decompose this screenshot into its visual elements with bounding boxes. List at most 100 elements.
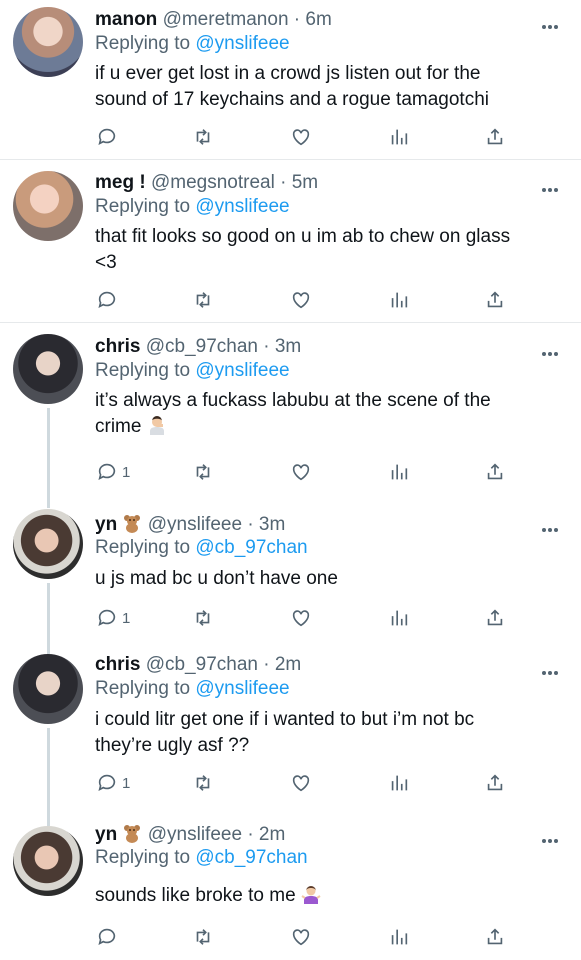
more-icon[interactable] — [542, 519, 560, 532]
views-button[interactable] — [388, 287, 410, 313]
views-button[interactable] — [388, 924, 410, 950]
like-button[interactable] — [290, 459, 312, 485]
replying-to-link[interactable]: @ynslifeee — [195, 196, 289, 217]
woman-shrugging-emoji — [301, 886, 321, 904]
timestamp[interactable]: 2m — [259, 824, 285, 845]
tweet[interactable]: chris @cb_97chan · 2m Replying to @ynsli… — [0, 644, 581, 814]
tweet-actions — [0, 924, 581, 952]
reply-count: 1 — [122, 774, 131, 792]
like-icon — [292, 610, 310, 627]
retweet-button[interactable] — [192, 287, 214, 313]
share-button[interactable] — [484, 924, 506, 950]
retweet-icon — [196, 775, 210, 791]
user-handle[interactable]: @cb_97chan — [146, 336, 258, 357]
views-button[interactable] — [388, 770, 410, 796]
share-button[interactable] — [484, 124, 506, 150]
avatar[interactable] — [13, 509, 83, 579]
like-button[interactable] — [290, 924, 312, 950]
share-button[interactable] — [484, 287, 506, 313]
views-icon — [391, 775, 408, 791]
tweet[interactable]: chris @cb_97chan · 3m Replying to @ynsli… — [0, 324, 581, 500]
reply-count: 1 — [122, 463, 131, 481]
like-button[interactable] — [290, 770, 312, 796]
user-handle[interactable]: @ynslifeee — [148, 824, 242, 845]
retweet-button[interactable] — [192, 605, 214, 631]
reply-button[interactable] — [96, 287, 122, 313]
tweet-text: sounds like broke to me — [95, 883, 535, 909]
user-handle[interactable]: @cb_97chan — [146, 654, 258, 675]
replying-to-link[interactable]: @ynslifeee — [195, 33, 289, 54]
reply-icon — [98, 291, 116, 308]
reply-button[interactable] — [96, 924, 122, 950]
replying-label: Replying to — [95, 196, 191, 217]
tweet[interactable]: yn @ynslifeee · 2m Replying to @cb_97cha… — [0, 814, 581, 960]
timestamp[interactable]: 5m — [292, 172, 318, 193]
share-button[interactable] — [484, 770, 506, 796]
views-button[interactable] — [388, 459, 410, 485]
separator-dot: · — [247, 514, 254, 535]
user-handle[interactable]: @meretmanon — [163, 9, 289, 30]
tweet-header: meg ! @megsnotreal · 5m — [95, 172, 318, 194]
like-icon — [292, 929, 310, 946]
like-button[interactable] — [290, 124, 312, 150]
tweet-text: if u ever get lost in a crowd js listen … — [95, 63, 489, 110]
separator-dot: · — [263, 654, 270, 675]
user-handle[interactable]: @ynslifeee — [148, 514, 242, 535]
tweet-text: i could litr get one if i wanted to but … — [95, 709, 475, 756]
timestamp[interactable]: 3m — [259, 514, 285, 535]
timestamp[interactable]: 2m — [275, 654, 301, 675]
reply-icon — [98, 609, 116, 626]
like-button[interactable] — [290, 605, 312, 631]
tweet-header: chris @cb_97chan · 3m — [95, 336, 301, 358]
more-icon[interactable] — [542, 16, 560, 29]
retweet-button[interactable] — [192, 124, 214, 150]
display-name[interactable]: chris — [95, 654, 140, 675]
avatar[interactable] — [13, 826, 83, 896]
display-name[interactable]: chris — [95, 336, 140, 357]
retweet-icon — [196, 464, 210, 480]
replying-to-link[interactable]: @cb_97chan — [195, 847, 307, 868]
tweet-actions — [0, 124, 581, 152]
retweet-button[interactable] — [192, 924, 214, 950]
retweet-button[interactable] — [192, 459, 214, 485]
like-button[interactable] — [290, 287, 312, 313]
display-name[interactable]: yn — [95, 514, 117, 535]
timestamp[interactable]: 3m — [275, 336, 301, 357]
reply-button[interactable]: 1 — [96, 770, 130, 796]
share-icon — [487, 928, 503, 945]
replying-to: Replying to @ynslifeee — [95, 360, 290, 382]
reply-button[interactable]: 1 — [96, 459, 130, 485]
avatar[interactable] — [13, 654, 83, 724]
more-icon[interactable] — [542, 830, 560, 843]
avatar[interactable] — [13, 171, 83, 241]
tweet[interactable]: yn @ynslifeee · 3m Replying to @cb_97cha… — [0, 500, 581, 644]
replying-to-link[interactable]: @ynslifeee — [195, 360, 289, 381]
separator-dot: · — [293, 9, 301, 30]
more-icon[interactable] — [542, 179, 560, 192]
tweet[interactable]: meg ! @megsnotreal · 5m Replying to @yns… — [0, 161, 581, 323]
display-name[interactable]: yn — [95, 824, 117, 845]
avatar[interactable] — [13, 7, 83, 77]
reply-button[interactable]: 1 — [96, 605, 130, 631]
views-button[interactable] — [388, 605, 410, 631]
more-icon[interactable] — [542, 343, 560, 356]
user-handle[interactable]: @megsnotreal — [151, 172, 275, 193]
display-name[interactable]: manon — [95, 9, 157, 30]
share-button[interactable] — [484, 459, 506, 485]
separator-dot: · — [263, 336, 270, 357]
timestamp[interactable]: 6m — [305, 9, 331, 30]
share-button[interactable] — [484, 605, 506, 631]
display-name[interactable]: meg ! — [95, 172, 146, 193]
retweet-button[interactable] — [192, 770, 214, 796]
views-button[interactable] — [388, 124, 410, 150]
tweet[interactable]: manon @meretmanon · 6m Replying to @ynsl… — [0, 0, 581, 160]
reply-button[interactable] — [96, 124, 122, 150]
replying-to-link[interactable]: @ynslifeee — [195, 678, 289, 699]
replying-to-link[interactable]: @cb_97chan — [195, 537, 307, 558]
avatar[interactable] — [13, 334, 83, 404]
tweet-text: that fit looks so good on u im ab to che… — [95, 226, 511, 273]
thread-line — [47, 500, 50, 508]
more-icon[interactable] — [542, 662, 560, 675]
replying-label: Replying to — [95, 537, 191, 558]
tweet-text: u js mad bc u don’t have one — [95, 568, 338, 589]
